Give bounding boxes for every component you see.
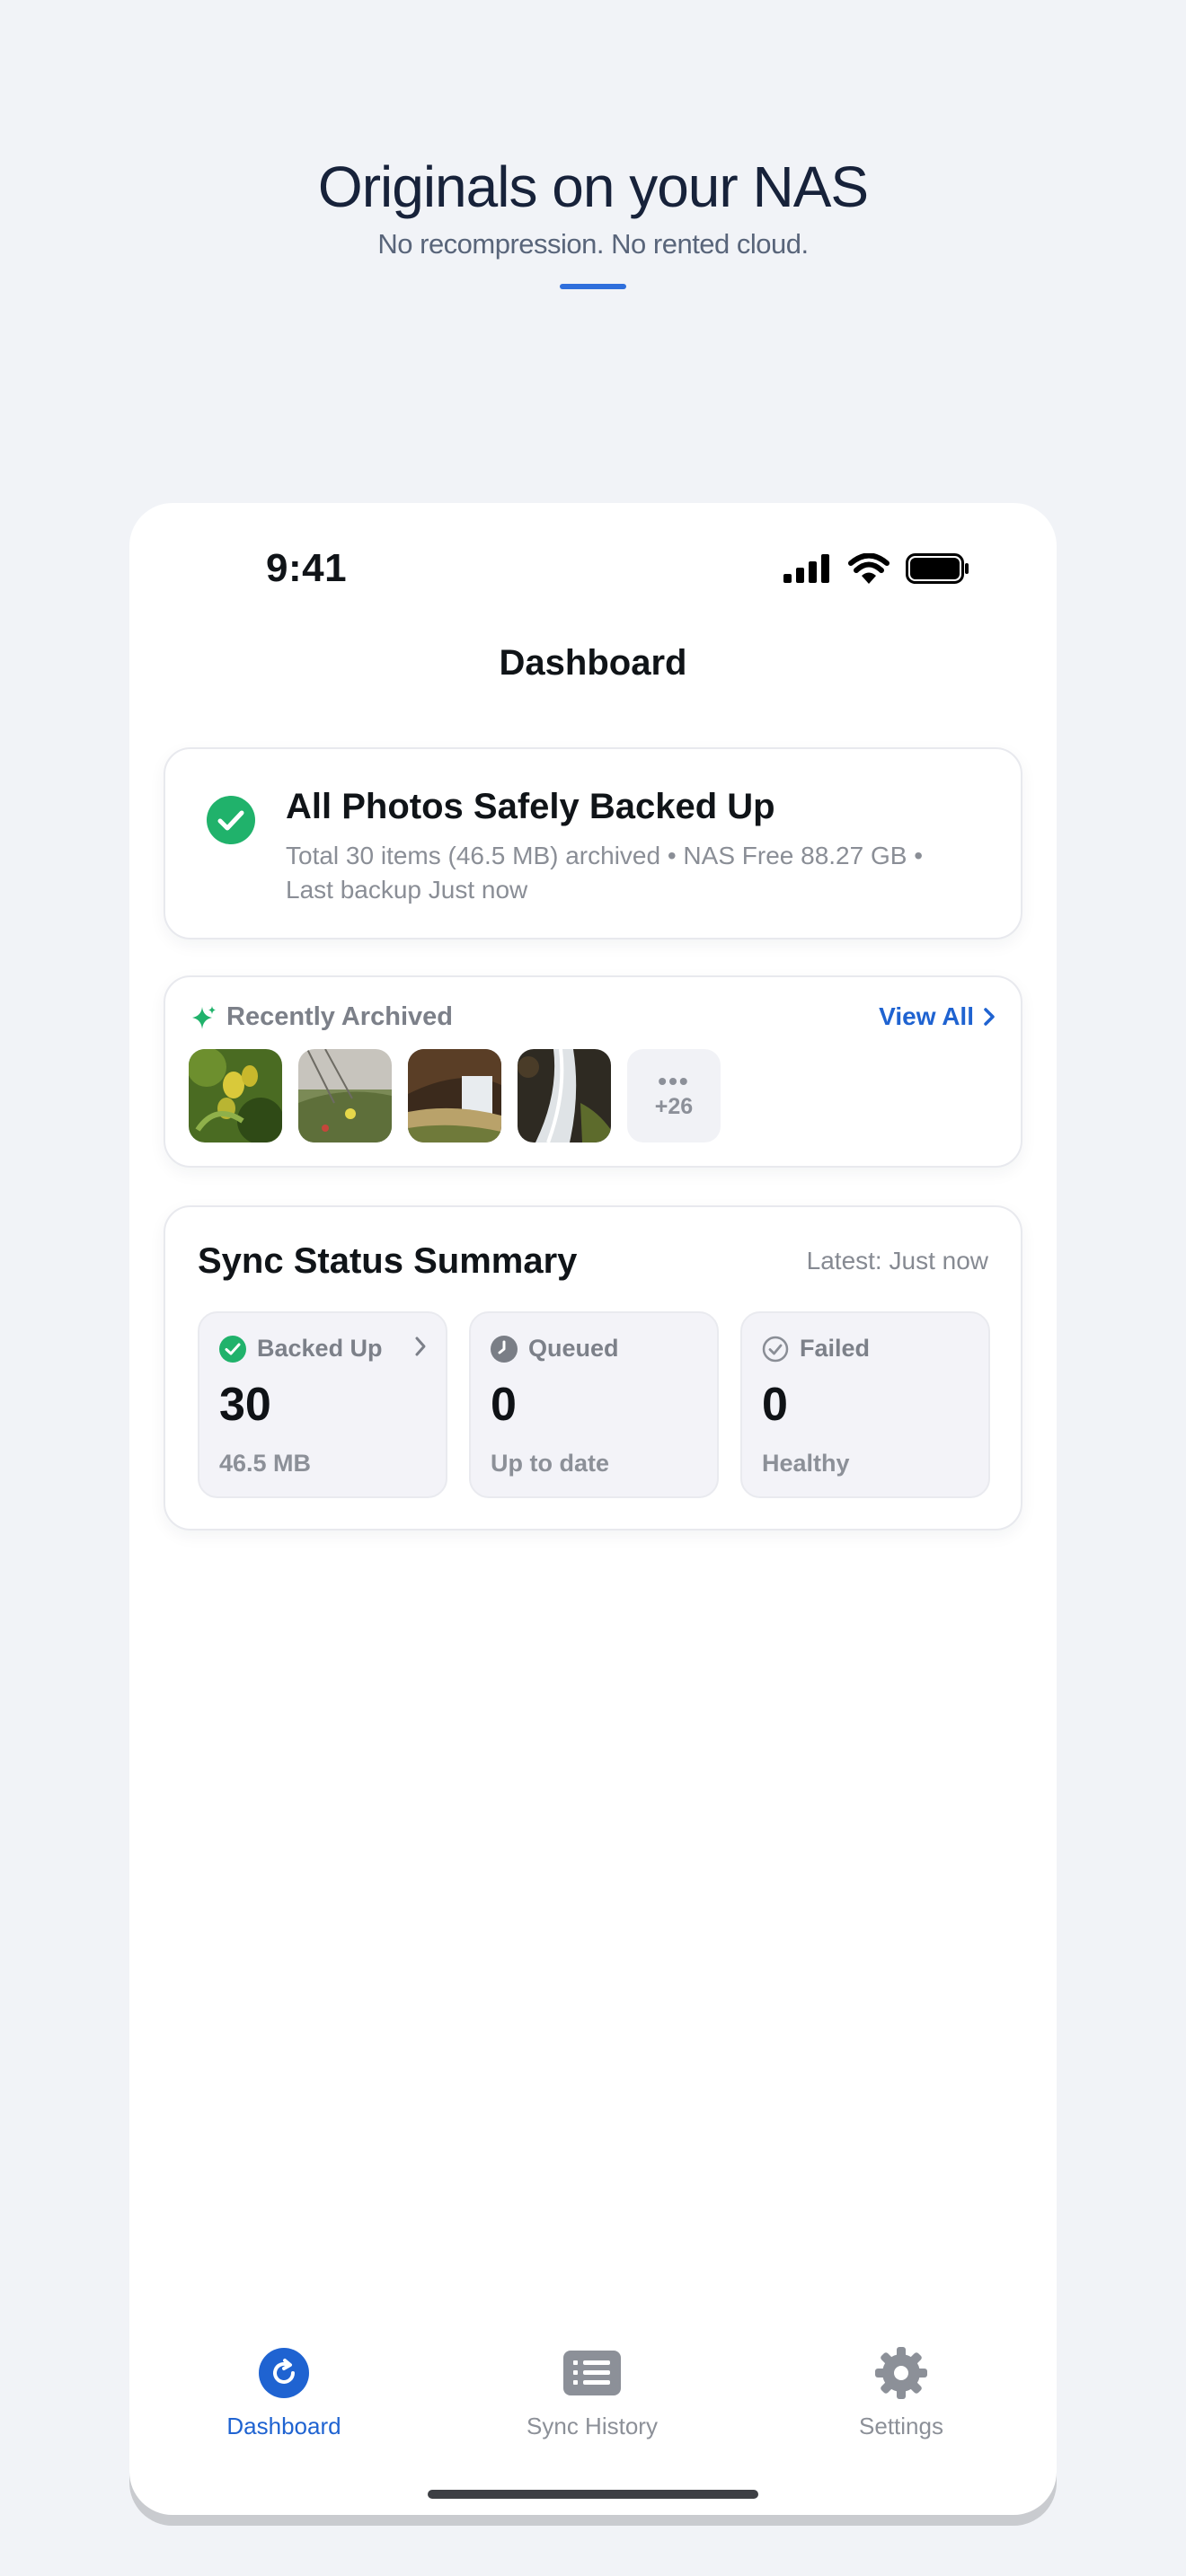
tile-label: Failed (800, 1335, 871, 1362)
tile-label: Queued (528, 1335, 619, 1362)
cellular-signal-icon (783, 554, 829, 583)
tile-subtext: Up to date (491, 1450, 609, 1477)
status-time: 9:41 (266, 546, 348, 590)
tile-header: Failed (762, 1335, 870, 1363)
tile-subtext: Healthy (762, 1450, 850, 1477)
hero-accent-underline (560, 284, 626, 289)
tab-label: Dashboard (226, 2413, 341, 2439)
gear-icon (875, 2347, 927, 2399)
tile-header: Queued (491, 1335, 619, 1363)
photo-thumbnail[interactable] (189, 1049, 282, 1142)
backup-description: Total 30 items (46.5 MB) archived • NAS … (286, 842, 924, 904)
tile-value: 30 (219, 1379, 271, 1431)
backed-up-tile[interactable]: Backed Up 30 46.5 MB (198, 1311, 447, 1498)
tile-value: 0 (762, 1379, 788, 1431)
wifi-icon (848, 553, 890, 584)
thumbnail-strip: ••• +26 (189, 1049, 721, 1142)
clock-icon (491, 1335, 518, 1363)
tab-dashboard[interactable]: Dashboard (167, 2344, 401, 2440)
queued-tile: Queued 0 Up to date (469, 1311, 719, 1498)
home-indicator (428, 2490, 758, 2499)
recently-archived-card: Recently Archived View All ••• +26 (164, 975, 1022, 1168)
tab-sync-history[interactable]: Sync History (475, 2344, 709, 2440)
backup-title: All Photos Safely Backed Up (286, 787, 775, 826)
nav-title: Dashboard (499, 643, 687, 683)
photo-thumbnail[interactable] (298, 1049, 392, 1142)
tab-settings[interactable]: Settings (784, 2344, 1018, 2440)
view-all-link[interactable]: View All (879, 1002, 996, 1031)
tile-header: Backed Up (219, 1335, 383, 1363)
sync-latest-time: Latest: Just now (806, 1247, 988, 1275)
more-photos-count: +26 (654, 1093, 694, 1119)
hero-subtitle: No recompression. No rented cloud. (377, 228, 809, 260)
check-circle-icon (207, 796, 255, 844)
photo-thumbnail[interactable] (408, 1049, 501, 1142)
sparkle-icon (192, 1005, 216, 1029)
more-photos-tile[interactable]: ••• +26 (627, 1049, 721, 1142)
sync-tiles: Backed Up 30 46.5 MB Queued 0 Up to date (198, 1311, 990, 1498)
hero-title: Originals on your NAS (317, 154, 869, 219)
failed-tile: Failed 0 Healthy (740, 1311, 990, 1498)
chevron-right-icon (984, 1008, 995, 1026)
check-circle-icon (219, 1335, 246, 1363)
tab-label: Sync History (527, 2413, 658, 2439)
phone-screen: 9:41 Dashboard All Photos Safely Backed … (129, 503, 1057, 2515)
tile-value: 0 (491, 1379, 517, 1431)
photo-thumbnail[interactable] (518, 1049, 611, 1142)
hero-header: Originals on your NAS No recompression. … (0, 153, 1186, 289)
list-icon (563, 2351, 621, 2395)
status-bar: 9:41 (129, 503, 1057, 638)
backup-status-card: All Photos Safely Backed Up Total 30 ite… (164, 747, 1022, 940)
tab-label: Settings (859, 2413, 943, 2439)
status-icons (783, 553, 970, 584)
tile-subtext: 46.5 MB (219, 1450, 312, 1477)
battery-icon (906, 553, 969, 584)
tile-label: Backed Up (257, 1335, 383, 1362)
tab-bar: Dashboard Sync History Settings (129, 2344, 1057, 2452)
check-outline-icon (762, 1336, 789, 1362)
view-all-label: View All (879, 1002, 974, 1030)
recently-archived-header: Recently Archived (190, 1002, 453, 1032)
sync-status-title: Sync Status Summary (198, 1241, 578, 1281)
ellipsis-icon: ••• (658, 1066, 690, 1095)
chevron-right-icon (415, 1337, 426, 1356)
recently-archived-label: Recently Archived (226, 1002, 453, 1031)
sync-status-card: Sync Status Summary Latest: Just now Bac… (164, 1205, 1022, 1531)
refresh-circle-icon (259, 2348, 309, 2398)
